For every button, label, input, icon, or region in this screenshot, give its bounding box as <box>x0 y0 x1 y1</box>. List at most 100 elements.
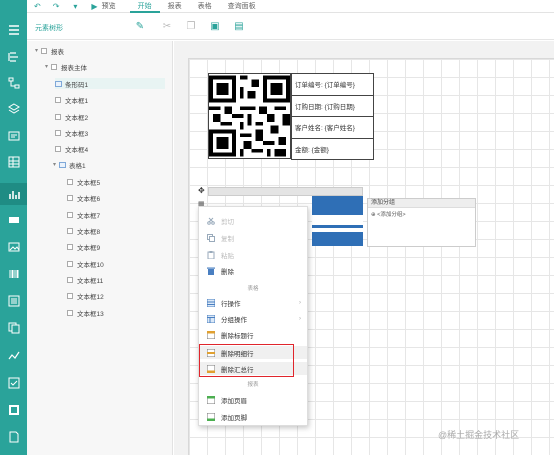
menu-item-group-ops[interactable]: 分组操作 › <box>199 312 307 325</box>
menu-label: 添加页脚 <box>221 414 247 422</box>
add-footer-icon <box>206 412 216 421</box>
amount-field[interactable]: 金额: {金额} <box>291 137 374 160</box>
tree-node[interactable]: 文本框8 <box>67 225 100 236</box>
tree-label: 文本框2 <box>65 114 89 122</box>
clipboard-icon[interactable]: ▤ <box>233 21 245 33</box>
tree-label: 文本框12 <box>77 293 104 301</box>
tab-query-panel[interactable]: 查询面板 <box>220 0 264 13</box>
layers-icon[interactable] <box>7 103 20 115</box>
tree-node[interactable]: 文本框6 <box>67 192 100 203</box>
menu-label: 行操作 <box>221 300 241 308</box>
checkbox[interactable] <box>67 276 73 283</box>
preview-icon[interactable]: ▶ <box>91 2 97 11</box>
menu-item-paste[interactable]: 粘贴 <box>199 248 307 261</box>
textbox-icon[interactable] <box>7 130 20 142</box>
tree-label: 文本框4 <box>65 146 89 154</box>
outline-icon[interactable] <box>7 51 20 63</box>
redo-icon[interactable]: ↷ <box>53 2 60 11</box>
paste-icon[interactable]: ▣ <box>209 21 221 33</box>
checkbox[interactable] <box>55 145 61 152</box>
hierarchy-icon[interactable] <box>7 77 20 89</box>
add-header-icon <box>206 395 216 404</box>
checkbox[interactable] <box>51 63 57 70</box>
tab-report[interactable]: 报表 <box>160 0 190 13</box>
tree-node[interactable]: 文本框12 <box>67 290 104 301</box>
order-date-field[interactable]: 订购日期: {订购日期} <box>291 94 374 117</box>
map-icon[interactable] <box>7 404 20 416</box>
barcode-icon[interactable] <box>7 268 20 280</box>
copy-icon[interactable]: ❐ <box>185 21 197 33</box>
tree-node[interactable]: 文本框4 <box>55 143 88 154</box>
tree-label: 文本框3 <box>65 130 89 138</box>
tree-node[interactable]: 文本框11 <box>67 274 103 285</box>
checkbox[interactable] <box>67 211 73 218</box>
tree-node[interactable]: 文本框3 <box>55 127 88 138</box>
checkbox[interactable] <box>41 47 47 54</box>
table-column-header[interactable] <box>208 187 363 196</box>
element-tree-panel: ▾ 报表 ▾ 报表主体 条形码1 文本框1 文本框2 文本框3 文本框4 ▾ 表格1 … <box>27 41 173 455</box>
menu-item-row-ops[interactable]: 行操作 › <box>199 296 307 309</box>
chart-icon[interactable] <box>0 183 27 205</box>
tree-node[interactable]: 文本框1 <box>55 94 88 105</box>
menu-label: 粘贴 <box>221 252 234 260</box>
field-table[interactable]: 订单编号: {订单编号} 订购日期: {订购日期} 客户姓名: {客户姓名} 金… <box>291 73 374 160</box>
order-number-field[interactable]: 订单编号: {订单编号} <box>291 73 374 96</box>
undo-icon[interactable]: ↶ <box>34 2 41 11</box>
subreport-icon[interactable] <box>7 322 20 334</box>
cut-icon <box>207 217 215 225</box>
checkbox[interactable] <box>67 227 73 234</box>
tree-node[interactable]: 文本框13 <box>67 307 104 318</box>
checkbox[interactable] <box>67 178 73 185</box>
checkbox[interactable] <box>55 113 61 120</box>
add-group-link[interactable]: ⊕ <添加分组> <box>368 208 475 220</box>
rectangle-icon[interactable] <box>7 214 20 226</box>
menu-label: 复制 <box>221 235 234 243</box>
checkbox[interactable] <box>67 260 73 267</box>
group-ops-icon <box>206 314 216 323</box>
tree-node[interactable]: 文本框10 <box>67 258 104 269</box>
copy-icon <box>207 233 215 242</box>
menu-label: 删除标题行 <box>221 332 254 340</box>
menu-item-copy[interactable]: 复制 <box>199 231 307 244</box>
customer-name-field[interactable]: 客户姓名: {客户姓名} <box>291 116 374 139</box>
checkbox[interactable] <box>67 292 73 299</box>
table-icon[interactable] <box>7 156 20 168</box>
menu-item-delete-header-row[interactable]: 删除标题行 <box>199 328 307 341</box>
pin-icon[interactable]: ✎ <box>134 21 146 33</box>
cut-icon[interactable]: ✂ <box>161 21 173 33</box>
tree-node[interactable]: ▾ 表格1 <box>53 159 86 170</box>
tree-node[interactable]: 文本框2 <box>55 111 88 122</box>
tree-node[interactable]: 文本框9 <box>67 241 100 252</box>
menu-icon[interactable] <box>7 24 20 36</box>
menu-item-add-footer[interactable]: 添加页脚 <box>199 410 307 423</box>
list-icon[interactable] <box>7 295 20 307</box>
context-menu: 剪切 复制 粘贴 删除 表格 行操作 › 分组操作 › 删除标题行 删除明细行 … <box>198 206 308 426</box>
save-icon[interactable]: ▾ <box>73 2 77 11</box>
menu-item-cut[interactable]: 剪切 <box>199 214 307 227</box>
checkbox-icon[interactable] <box>7 377 20 389</box>
tree-node[interactable]: 条形码1 <box>55 78 165 89</box>
checkbox[interactable] <box>55 96 61 103</box>
move-handle-icon[interactable]: ✥ <box>198 186 205 195</box>
menu-label: 删除 <box>221 268 234 276</box>
document-icon[interactable] <box>7 431 20 443</box>
barcode-node-icon <box>55 80 62 87</box>
checkbox[interactable] <box>67 194 73 201</box>
image-icon[interactable] <box>7 241 20 253</box>
tab-table[interactable]: 表格 <box>190 0 220 13</box>
menu-item-add-header[interactable]: 添加页眉 <box>199 393 307 406</box>
qr-code[interactable] <box>208 73 291 159</box>
checkbox[interactable] <box>55 129 61 136</box>
tab-start[interactable]: 开始 <box>129 0 160 13</box>
selected-table-cells[interactable] <box>312 196 363 246</box>
sparkline-icon[interactable] <box>7 350 20 362</box>
highlight-box <box>199 344 294 377</box>
tree-node[interactable]: ▾ 报表主体 <box>45 61 87 72</box>
tree-node[interactable]: 文本框7 <box>67 209 100 220</box>
preview-button[interactable]: 预览 <box>102 1 116 11</box>
tree-node[interactable]: 文本框5 <box>67 176 100 187</box>
menu-item-delete[interactable]: 删除 <box>199 264 307 277</box>
tree-node-root[interactable]: ▾ 报表 <box>35 45 64 56</box>
checkbox[interactable] <box>67 309 73 316</box>
checkbox[interactable] <box>67 243 73 250</box>
